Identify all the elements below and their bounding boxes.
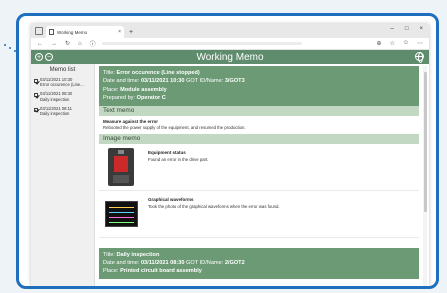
window-controls: – □ × [391,26,423,32]
globe-icon[interactable] [415,52,424,63]
browser-window: Working Memo × + – □ × ← → ↻ ⌂ ⓘ ⊕ ☆ ☺ ⋯… [31,24,429,286]
title-label: Title: [103,251,117,258]
text-memo-body: Rebooted the power supply of the equipme… [103,124,246,130]
image-memo-item: Graphical waveforms Took the photo of th… [99,191,419,238]
text-memo-block: Measure against the error Rebooted the p… [99,116,419,134]
vertical-scrollbar[interactable] [423,66,427,286]
tab-title: Working Memo [57,29,88,35]
minimize-button[interactable]: – [391,26,394,32]
waveform-photo[interactable] [105,194,138,233]
extensions-icon[interactable]: ⊕ [376,40,381,47]
text-memo-heading: Text memo [99,105,419,116]
datetime-value: 03/11/2021 08:30 [140,260,185,267]
app-header: + − Working Memo [31,50,429,64]
scrollbar-thumb[interactable] [423,72,427,212]
forward-icon[interactable]: → [51,41,57,47]
text-memo-title: Measure against the error [103,118,159,124]
checkbox-icon[interactable] [34,107,38,112]
gotid-label: GOT ID/Name: [184,78,225,85]
prepared-value: Operator C [136,95,166,102]
gotid-label: GOT ID/Name: [184,260,225,267]
memo-list-heading: Memo list [49,67,76,73]
image-memo-body: Took the photo of the graphical waveform… [148,203,280,209]
back-icon[interactable]: ← [37,41,43,47]
page-icon [49,29,54,35]
record-header: Title: Error occurence (Line stopped) Da… [99,66,419,106]
maximize-button[interactable]: □ [405,26,409,32]
close-window-button[interactable]: × [419,26,423,32]
memo-list-sidebar: Memo list 03/11/2021 10:30 Error occuren… [31,64,95,286]
equipment-photo[interactable] [105,147,138,186]
place-value: Module assembly [120,86,167,93]
memo-item-title: Error occurence (Line... [40,82,84,88]
refresh-icon[interactable]: ↻ [65,40,70,47]
more-menu-icon[interactable]: ⋯ [417,40,423,47]
home-icon[interactable]: ⌂ [78,41,82,47]
image-memo-body: Found an error in the drive part. [148,156,209,162]
gotid-value: 3/GOT3 [224,78,245,85]
datetime-value: 03/11/2021 10:30 [140,78,185,85]
image-memo-item: Equipment status Found an error in the d… [99,144,419,191]
record-header: Title: Daily inspection Date and time: 0… [99,247,419,279]
place-label: Place: [103,86,121,93]
memo-detail-pane: Title: Error occurence (Line stopped) Da… [95,64,429,286]
app-title: Working Memo [196,51,264,63]
info-icon[interactable]: ⓘ [90,39,96,48]
tab-actions-icon[interactable] [35,27,43,35]
title-value: Daily inspection [116,251,160,258]
image-memo-heading: Image memo [99,133,419,144]
url-field[interactable]: ⓘ [90,39,340,48]
browser-toolbar-right: ⊕ ☆ ☺ ⋯ [376,40,423,47]
gotid-value: 2/GOT2 [224,260,245,267]
prepared-label: Prepared by: [103,95,137,102]
place-value: Printed circuit board assembly [120,268,202,275]
address-bar-row: ← → ↻ ⌂ ⓘ ⊕ ☆ ☺ ⋯ [31,38,429,50]
tab-close-icon[interactable]: × [118,29,121,35]
memo-list-item[interactable]: 03/11/2021 08:11 Daily inspection [31,105,94,117]
memo-item-title: Daily inspection [40,111,70,117]
url-text-blurred [101,42,302,45]
favorite-icon[interactable]: ☆ [389,40,394,47]
memo-list-item[interactable]: 03/11/2021 08:30 Daily inspection [31,90,94,102]
app-body: Memo list 03/11/2021 10:30 Error occuren… [31,64,429,286]
memo-item-title: Daily inspection [40,96,70,102]
datetime-label: Date and time: [103,260,141,267]
datetime-label: Date and time: [103,78,141,85]
browser-tab-bar: Working Memo × + – □ × [31,24,429,38]
checkbox-icon[interactable] [34,93,38,98]
profile-icon[interactable]: ☺ [403,40,409,47]
browser-tab[interactable]: Working Memo × [46,26,124,38]
image-memo-title: Graphical waveforms [148,196,194,202]
new-tab-button[interactable]: + [129,29,133,36]
screenshot-frame: Working Memo × + – □ × ← → ↻ ⌂ ⓘ ⊕ ☆ ☺ ⋯… [16,13,439,289]
memo-item-date: 03/11/2021 08:30 [40,91,73,97]
title-label: Title: [103,70,117,76]
place-label: Place: [103,268,121,275]
checkbox-icon[interactable] [34,79,38,83]
image-memo-title: Equipment status [148,149,186,155]
title-value: Error occurence (Line stopped) [116,70,200,76]
memo-list-item[interactable]: 03/11/2021 10:30 Error occurence (Line..… [31,76,94,88]
